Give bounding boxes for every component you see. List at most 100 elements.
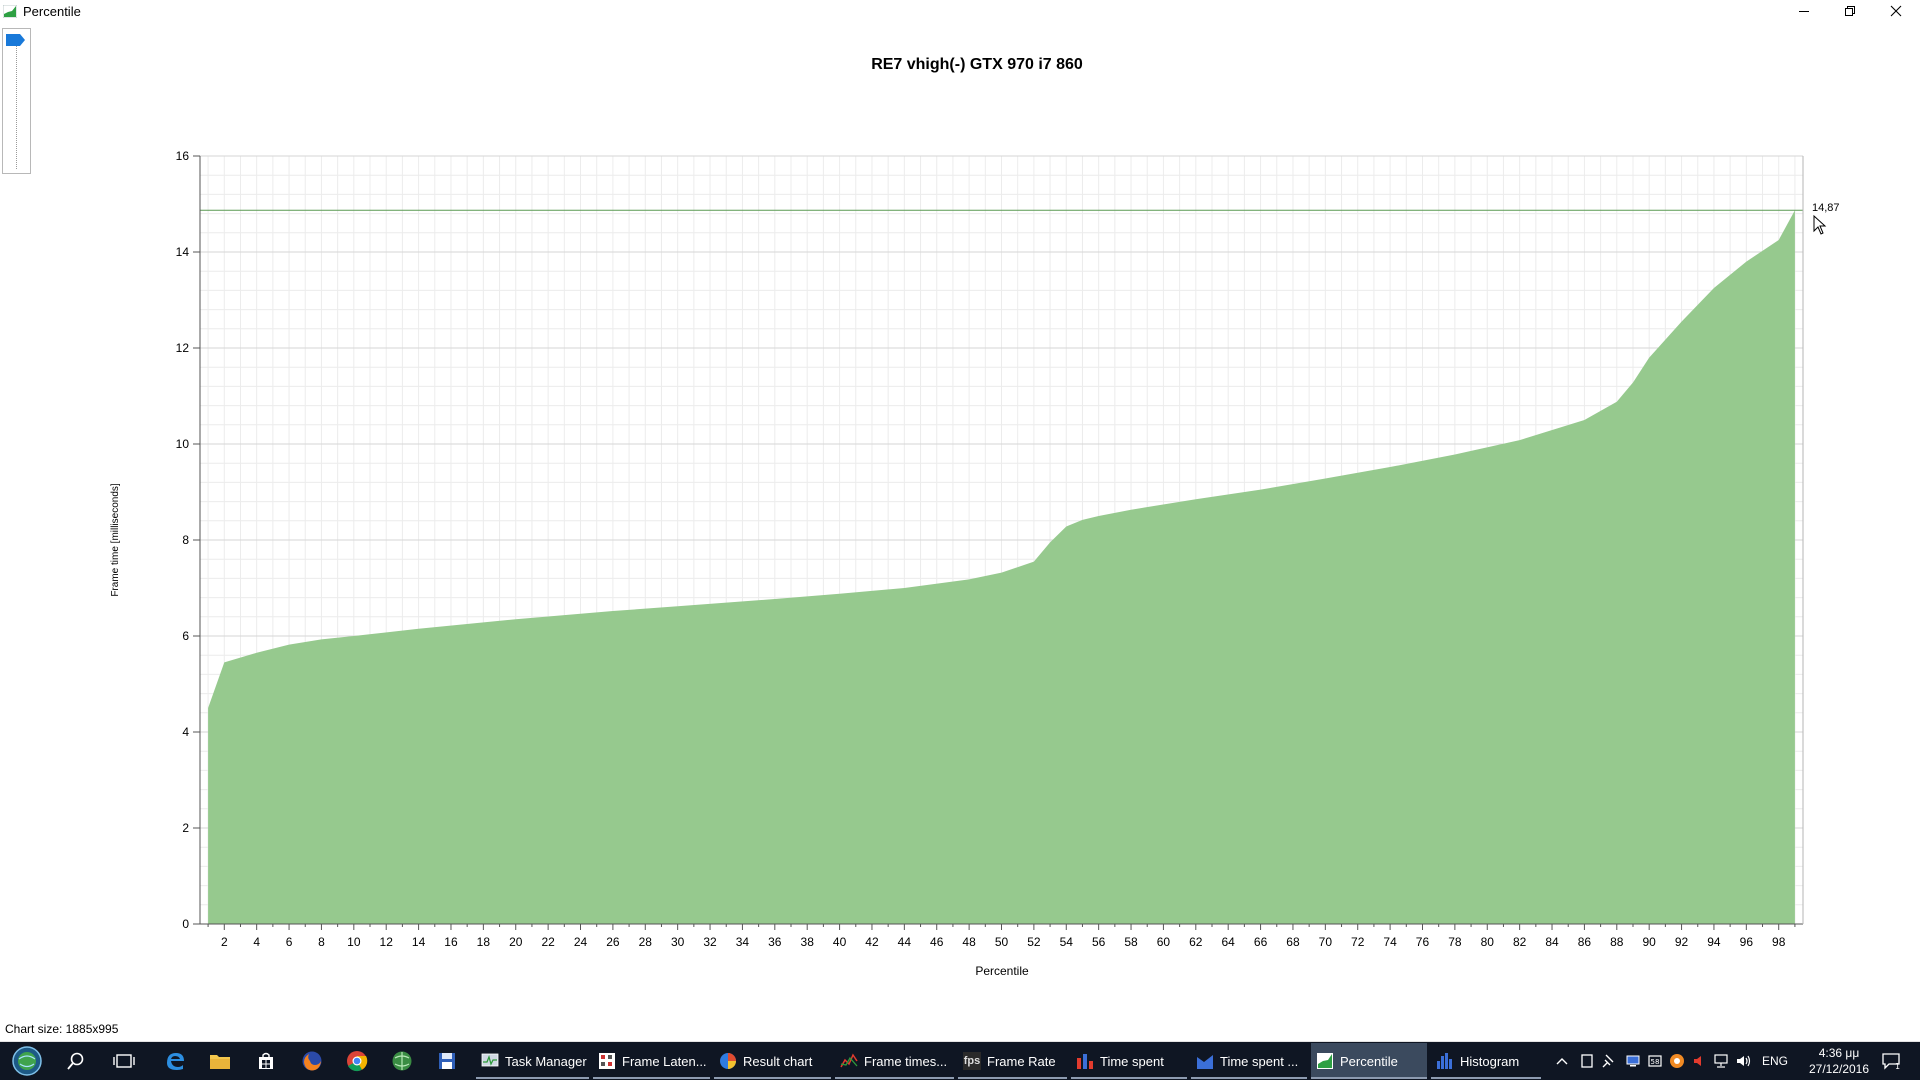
x-tick-label: 6 bbox=[286, 935, 293, 949]
tray-display-icon[interactable] bbox=[1624, 1042, 1642, 1080]
fps-icon: fps bbox=[963, 1052, 981, 1070]
close-button[interactable] bbox=[1873, 0, 1919, 22]
close-icon bbox=[1890, 5, 1902, 17]
pin-icon bbox=[1602, 1054, 1614, 1068]
device-icon bbox=[1581, 1054, 1593, 1068]
taskbar-window-frame-rate[interactable]: fps Frame Rate bbox=[958, 1043, 1067, 1079]
taskbar-window-result-chart[interactable]: Result chart bbox=[714, 1043, 831, 1079]
x-tick-label: 30 bbox=[671, 935, 685, 949]
x-tick-label: 32 bbox=[703, 935, 717, 949]
y-tick-label: 16 bbox=[176, 149, 190, 163]
clock-date: 27/12/2016 bbox=[1808, 1062, 1870, 1076]
edge-icon bbox=[167, 1053, 184, 1070]
taskbar-window-label: Frame times... bbox=[864, 1053, 948, 1069]
y-tick-label: 4 bbox=[182, 725, 189, 739]
tray-app-icon[interactable] bbox=[1668, 1042, 1686, 1080]
histogram-icon bbox=[1436, 1052, 1454, 1070]
restore-button[interactable] bbox=[1827, 0, 1873, 22]
x-tick-label: 16 bbox=[444, 935, 458, 949]
x-tick-label: 20 bbox=[509, 935, 523, 949]
taskbar-window-label: Time spent ... bbox=[1220, 1053, 1299, 1069]
x-tick-label: 14 bbox=[412, 935, 426, 949]
notifications-button[interactable]: 1 bbox=[1876, 1042, 1906, 1080]
tray-pin-icon[interactable] bbox=[1600, 1042, 1618, 1080]
taskbar-window-histogram[interactable]: Histogram bbox=[1431, 1043, 1541, 1079]
x-tick-label: 90 bbox=[1642, 935, 1656, 949]
x-tick-label: 26 bbox=[606, 935, 620, 949]
percentile-chart: RE7 vhigh(-) GTX 970 i7 860 14,87 024681… bbox=[110, 56, 1840, 978]
x-tick-label: 64 bbox=[1222, 935, 1236, 949]
taskbar-window-frame-laten[interactable]: Frame Laten... bbox=[593, 1043, 710, 1079]
task-view-button[interactable] bbox=[108, 1047, 140, 1075]
start-button[interactable] bbox=[9, 1046, 45, 1076]
x-axis-ticks: 2 4 6 8 10 12 14 16 18 20 22 24 26 28 30 32 34 36 38 40 42 44… bbox=[207, 924, 1796, 949]
store-icon bbox=[259, 1052, 273, 1069]
clock-time: 4:36 μμ bbox=[1818, 1046, 1860, 1060]
taskbar-window-frame-times[interactable]: Frame times... bbox=[835, 1043, 954, 1079]
x-tick-label: 94 bbox=[1707, 935, 1721, 949]
x-tick-label: 48 bbox=[962, 935, 976, 949]
y-tick-label: 2 bbox=[182, 821, 189, 835]
x-tick-label: 60 bbox=[1157, 935, 1171, 949]
taskbar-window-time-spent[interactable]: Time spent ... bbox=[1191, 1043, 1307, 1079]
taskbar-window-label: Task Manager bbox=[505, 1053, 587, 1069]
x-tick-label: 22 bbox=[541, 935, 555, 949]
tray-device-icon[interactable] bbox=[1578, 1042, 1596, 1080]
y-tick-label: 14 bbox=[176, 245, 190, 259]
tray-monitor-icon[interactable]: 58 bbox=[1646, 1042, 1664, 1080]
tray-volume-icon[interactable] bbox=[1734, 1042, 1754, 1080]
start-icon bbox=[12, 1046, 42, 1076]
save-app-icon bbox=[439, 1053, 455, 1069]
edge-button[interactable] bbox=[159, 1047, 191, 1075]
open-window-indicator bbox=[476, 1077, 589, 1079]
taskbar-window-label: Result chart bbox=[743, 1053, 813, 1069]
globe-app-icon bbox=[392, 1051, 412, 1071]
firefox-button[interactable] bbox=[296, 1047, 328, 1075]
x-tick-label: 70 bbox=[1319, 935, 1333, 949]
save-app-button[interactable] bbox=[431, 1047, 463, 1075]
taskbar-window-label: Histogram bbox=[1460, 1053, 1520, 1069]
x-tick-label: 46 bbox=[930, 935, 944, 949]
taskbar-window-percentile[interactable]: Percentile bbox=[1311, 1043, 1427, 1079]
taskbar: Task Manager Frame Laten... Result chart Fr… bbox=[0, 1042, 1920, 1080]
minimize-button[interactable] bbox=[1781, 0, 1827, 22]
x-tick-label: 24 bbox=[574, 935, 588, 949]
title-bar: Percentile bbox=[0, 0, 1920, 24]
svg-text:58: 58 bbox=[1651, 1058, 1660, 1066]
restore-icon bbox=[1845, 6, 1855, 16]
x-tick-label: 34 bbox=[736, 935, 750, 949]
show-hidden-icons-button[interactable] bbox=[1554, 1042, 1570, 1080]
volume-muted-icon bbox=[1694, 1056, 1701, 1066]
search-button[interactable] bbox=[60, 1047, 92, 1075]
taskbar-window-task-manager[interactable]: Task Manager bbox=[476, 1043, 589, 1079]
x-tick-label: 54 bbox=[1060, 935, 1074, 949]
x-tick-label: 66 bbox=[1254, 935, 1268, 949]
percentile-chart-icon bbox=[1316, 1052, 1334, 1070]
open-window-indicator bbox=[593, 1077, 710, 1079]
x-tick-label: 44 bbox=[898, 935, 912, 949]
taskbar-window-label: Percentile bbox=[1340, 1053, 1398, 1069]
tray-alert-icon[interactable] bbox=[1690, 1042, 1708, 1080]
x-tick-label: 88 bbox=[1610, 935, 1624, 949]
x-tick-label: 62 bbox=[1189, 935, 1203, 949]
x-tick-label: 82 bbox=[1513, 935, 1527, 949]
display-icon bbox=[1626, 1055, 1640, 1067]
x-tick-label: 10 bbox=[347, 935, 361, 949]
line-chart-icon bbox=[840, 1052, 858, 1070]
y-tick-label: 0 bbox=[182, 917, 189, 931]
taskbar-window-label: Time spent bbox=[1100, 1053, 1164, 1069]
store-button[interactable] bbox=[250, 1047, 282, 1075]
y-tick-label: 6 bbox=[182, 629, 189, 643]
globe-app-button[interactable] bbox=[386, 1047, 418, 1075]
system-clock[interactable]: 4:36 μμ 27/12/2016 bbox=[1798, 1045, 1880, 1077]
tray-network-icon[interactable] bbox=[1712, 1042, 1730, 1080]
file-explorer-button[interactable] bbox=[204, 1047, 236, 1075]
x-tick-label: 86 bbox=[1578, 935, 1592, 949]
monitor-app-icon: 58 bbox=[1648, 1055, 1662, 1067]
x-tick-label: 78 bbox=[1448, 935, 1462, 949]
taskbar-window-time-spent[interactable]: Time spent bbox=[1071, 1043, 1187, 1079]
chevron-up-icon bbox=[1556, 1058, 1568, 1065]
open-window-indicator bbox=[1191, 1077, 1307, 1079]
chrome-button[interactable] bbox=[341, 1047, 373, 1075]
language-indicator[interactable]: ENG bbox=[1760, 1042, 1790, 1080]
